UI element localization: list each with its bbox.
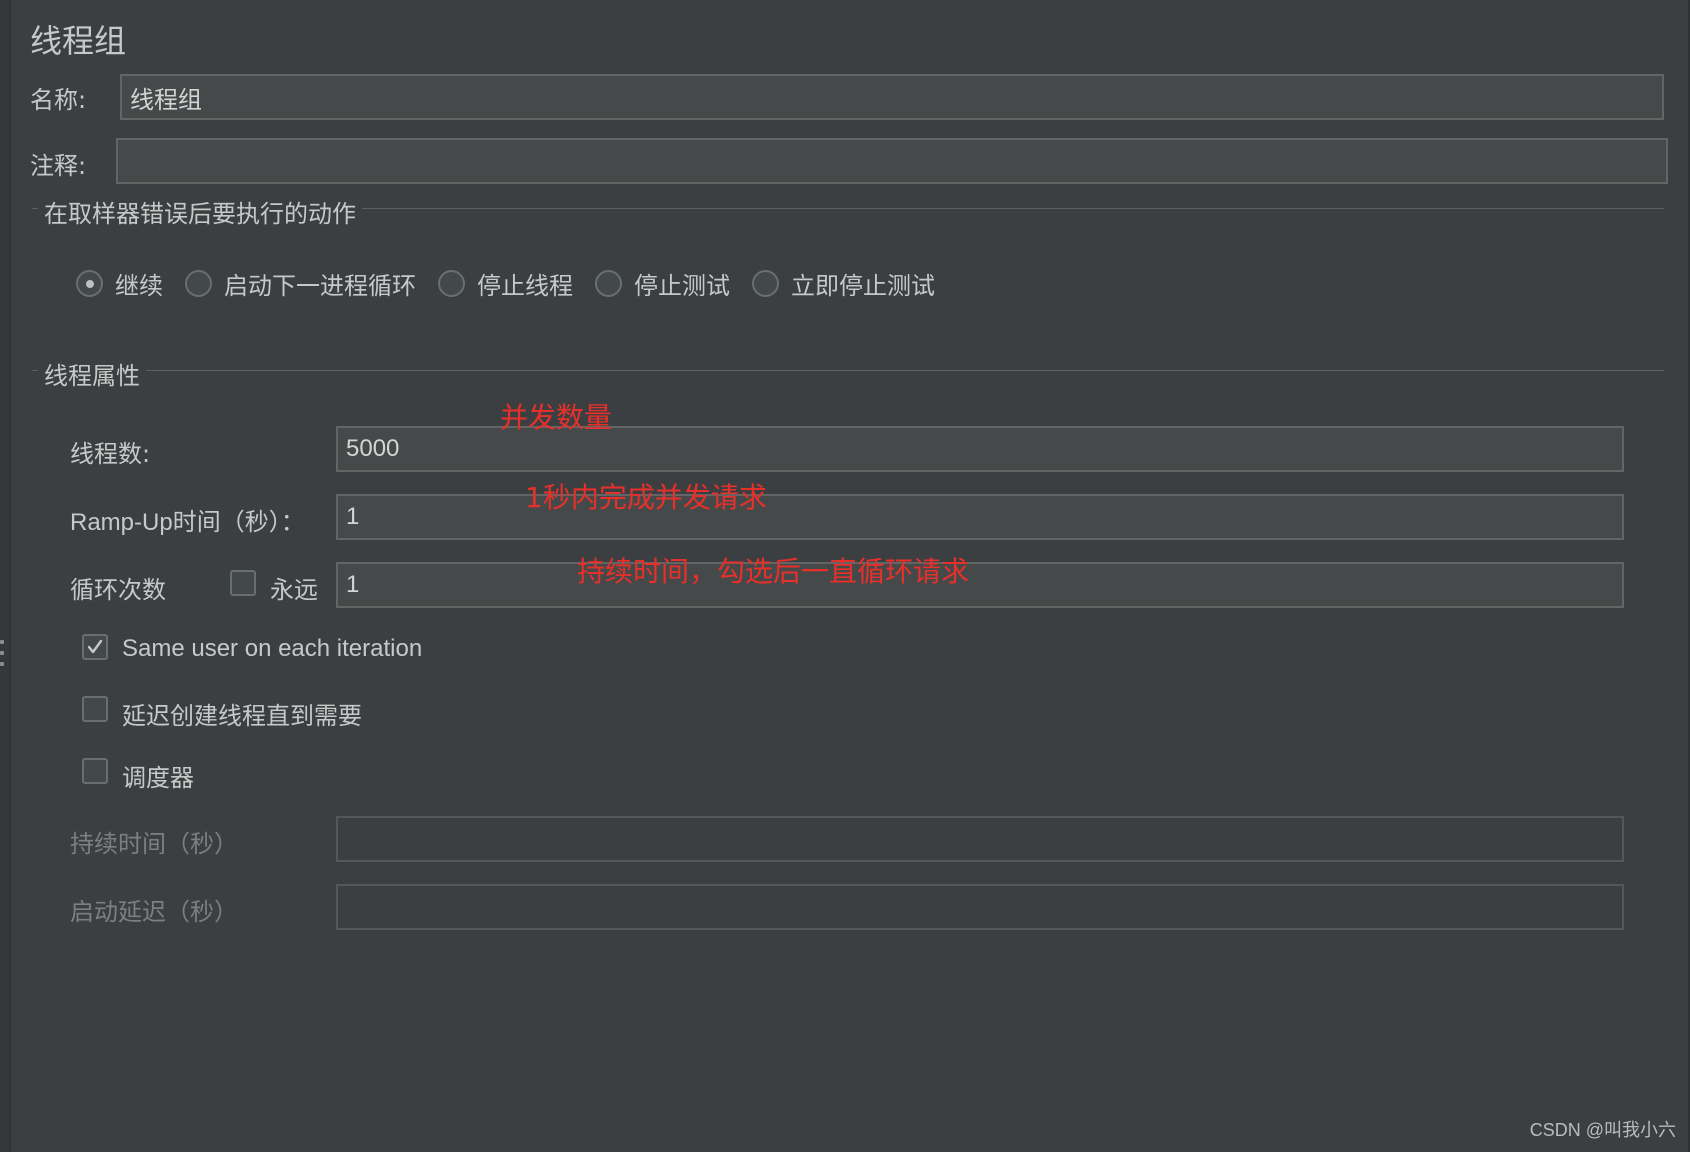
forever-label: 永远 (270, 576, 318, 604)
same-user-checkbox[interactable] (82, 634, 108, 660)
radio-start-next-loop[interactable]: 启动下一进程循环 (185, 266, 416, 301)
error-action-radio-group: 继续 启动下一进程循环 停止线程 停止测试 立即停止测试 (76, 266, 957, 301)
scheduler-checkbox[interactable] (82, 758, 108, 784)
delay-create-checkbox[interactable] (82, 696, 108, 722)
thread-props-group-title: 线程属性 (38, 356, 146, 391)
scheduler-label: 调度器 (122, 764, 194, 792)
comment-input[interactable] (116, 138, 1668, 184)
delay-create-label: 延迟创建线程直到需要 (122, 702, 362, 730)
loop-count-label: 循环次数 (70, 576, 166, 604)
left-panel-edge (0, 0, 11, 1152)
radio-continue[interactable]: 继续 (76, 266, 163, 301)
splitter-grip-icon[interactable] (0, 640, 4, 666)
error-action-group-title: 在取样器错误后要执行的动作 (38, 194, 362, 229)
thread-props-group-border (32, 370, 1664, 371)
duration-label: 持续时间（秒） (70, 830, 238, 858)
startup-delay-input[interactable] (336, 884, 1624, 930)
radio-label-stop-test: 停止测试 (634, 272, 730, 300)
radio-button-icon[interactable] (438, 270, 465, 297)
watermark: CSDN @叫我小六 (1529, 1120, 1676, 1140)
radio-label-start-next-loop: 启动下一进程循环 (224, 272, 416, 300)
radio-button-icon[interactable] (595, 270, 622, 297)
duration-input[interactable] (336, 816, 1624, 862)
name-label: 名称: (30, 86, 87, 114)
forever-checkbox[interactable] (230, 570, 256, 596)
radio-button-icon[interactable] (76, 270, 103, 297)
radio-label-stop-test-now: 立即停止测试 (791, 272, 935, 300)
threads-label: 线程数: (70, 440, 151, 468)
loop-count-input[interactable]: 1 (336, 562, 1624, 608)
name-input[interactable]: 线程组 (120, 74, 1664, 120)
radio-stop-test[interactable]: 停止测试 (595, 266, 730, 301)
annotation-loop: 持续时间，勾选后一直循环请求 (577, 555, 970, 588)
annotation-concurrency: 并发数量 (500, 401, 613, 434)
rampup-label: Ramp-Up时间（秒）： (70, 509, 305, 536)
radio-stop-test-now[interactable]: 立即停止测试 (752, 266, 935, 301)
page-title: 线程组 (30, 22, 127, 60)
checkmark-icon (87, 639, 103, 654)
radio-button-icon[interactable] (752, 270, 779, 297)
startup-delay-label: 启动延迟（秒） (70, 898, 238, 926)
radio-button-icon[interactable] (185, 270, 212, 297)
same-user-label: Same user on each iteration (122, 635, 423, 662)
radio-label-continue: 继续 (115, 272, 163, 300)
annotation-rampup: 1秒内完成并发请求 (525, 481, 767, 514)
radio-stop-thread[interactable]: 停止线程 (438, 266, 573, 301)
comment-label: 注释: (30, 152, 87, 180)
radio-label-stop-thread: 停止线程 (477, 272, 573, 300)
